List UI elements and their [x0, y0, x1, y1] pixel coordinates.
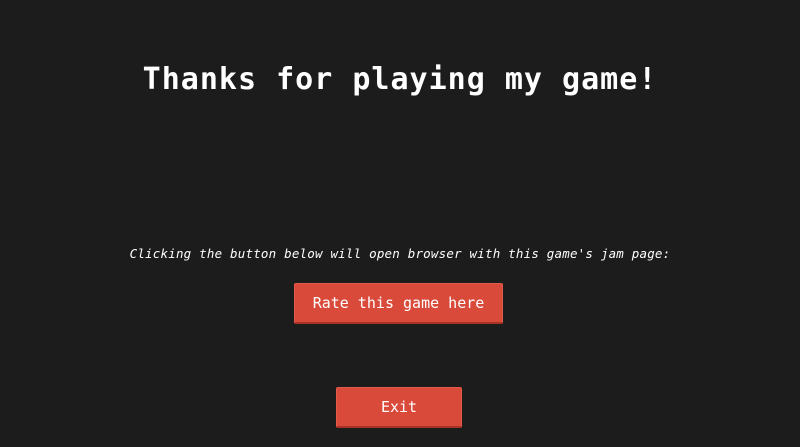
rate-game-button[interactable]: Rate this game here [294, 283, 503, 324]
end-screen: Thanks for playing my game! Clicking the… [0, 0, 800, 447]
exit-button[interactable]: Exit [336, 387, 462, 428]
jam-page-message: Clicking the button below will open brow… [129, 246, 671, 261]
thanks-title: Thanks for playing my game! [142, 62, 658, 97]
